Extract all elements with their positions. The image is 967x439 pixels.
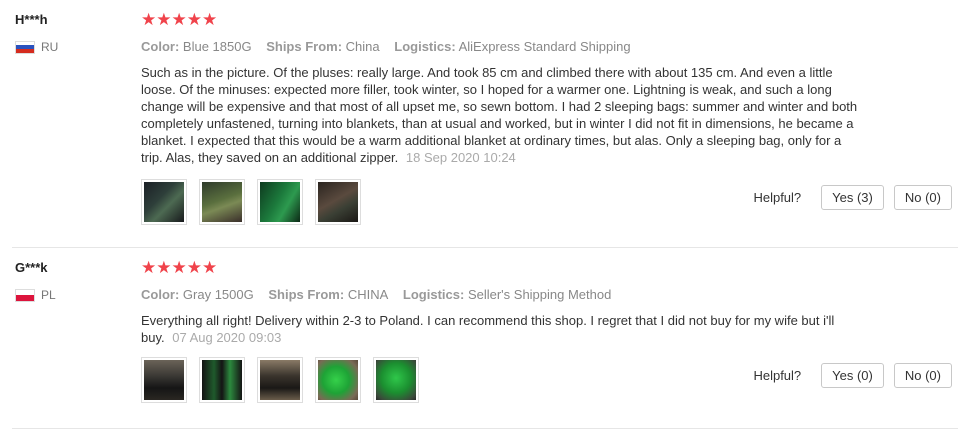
helpful-voting: Helpful? Yes (3) No (0) — [753, 185, 952, 210]
russia-flag-icon — [15, 40, 35, 54]
ships-from-value: China — [345, 39, 380, 54]
review-text: Such as in the picture. Of the pluses: r… — [141, 64, 861, 166]
country-code: PL — [41, 288, 56, 302]
country-code: RU — [41, 40, 59, 54]
review-photo-thumbnail[interactable] — [199, 179, 245, 225]
color-label: Color: — [141, 287, 180, 302]
helpful-no-button[interactable]: No (0) — [893, 363, 952, 388]
review-item: G***k PL ★★★★★ Color: Gray 1500G Ships F… — [0, 248, 967, 428]
review-photo-thumbnail[interactable] — [257, 179, 303, 225]
helpful-label: Helpful? — [753, 190, 802, 205]
helpful-yes-button[interactable]: Yes (0) — [821, 363, 884, 388]
review-photo-thumbnail[interactable] — [141, 179, 187, 225]
ships-from-label: Ships From: — [266, 39, 343, 54]
review-photo-thumbnail[interactable] — [315, 357, 361, 403]
reviewer-country: RU — [15, 40, 58, 54]
star-rating: ★★★★★ — [141, 258, 218, 277]
color-label: Color: — [141, 39, 180, 54]
review-content: ★★★★★ Color: Gray 1500G Ships From: CHIN… — [141, 258, 861, 346]
logistics-label: Logistics: — [394, 39, 456, 54]
review-photo-thumbnail[interactable] — [199, 357, 245, 403]
review-content: ★★★★★ Color: Blue 1850G Ships From: Chin… — [141, 10, 861, 166]
order-info: Color: Blue 1850G Ships From: China Logi… — [141, 38, 861, 56]
poland-flag-icon — [15, 288, 35, 302]
logistics-label: Logistics: — [402, 287, 465, 302]
helpful-label: Helpful? — [753, 368, 802, 383]
ships-from-label: Ships From: — [268, 287, 345, 302]
review-photos — [141, 357, 419, 403]
review-photo-thumbnail[interactable] — [373, 357, 419, 403]
ships-from-value: CHINA — [347, 287, 389, 302]
reviewer-info: H***h RU — [15, 12, 58, 54]
review-photos — [141, 179, 361, 225]
review-item: H***h RU ★★★★★ Color: Blue 1850G Ships F… — [0, 0, 967, 247]
reviewer-country: PL — [15, 288, 56, 302]
helpful-yes-button[interactable]: Yes (3) — [821, 185, 884, 210]
review-date: 18 Sep 2020 10:24 — [405, 150, 516, 165]
helpful-voting: Helpful? Yes (0) No (0) — [753, 363, 952, 388]
helpful-no-button[interactable]: No (0) — [893, 185, 952, 210]
reviewer-name: G***k — [15, 260, 48, 275]
review-photo-thumbnail[interactable] — [141, 357, 187, 403]
order-info: Color: Gray 1500G Ships From: CHINA Logi… — [141, 286, 861, 304]
review-photo-thumbnail[interactable] — [315, 179, 361, 225]
logistics-value: Seller's Shipping Method — [467, 287, 612, 302]
color-value: Blue 1850G — [182, 39, 252, 54]
logistics-value: AliExpress Standard Shipping — [458, 39, 631, 54]
reviewer-name: H***h — [15, 12, 48, 27]
star-rating: ★★★★★ — [141, 10, 218, 29]
color-value: Gray 1500G — [182, 287, 254, 302]
review-text: Everything all right! Delivery within 2-… — [141, 312, 861, 346]
review-divider — [12, 428, 958, 429]
review-date: 07 Aug 2020 09:03 — [172, 330, 282, 345]
review-photo-thumbnail[interactable] — [257, 357, 303, 403]
reviewer-info: G***k PL — [15, 260, 56, 302]
